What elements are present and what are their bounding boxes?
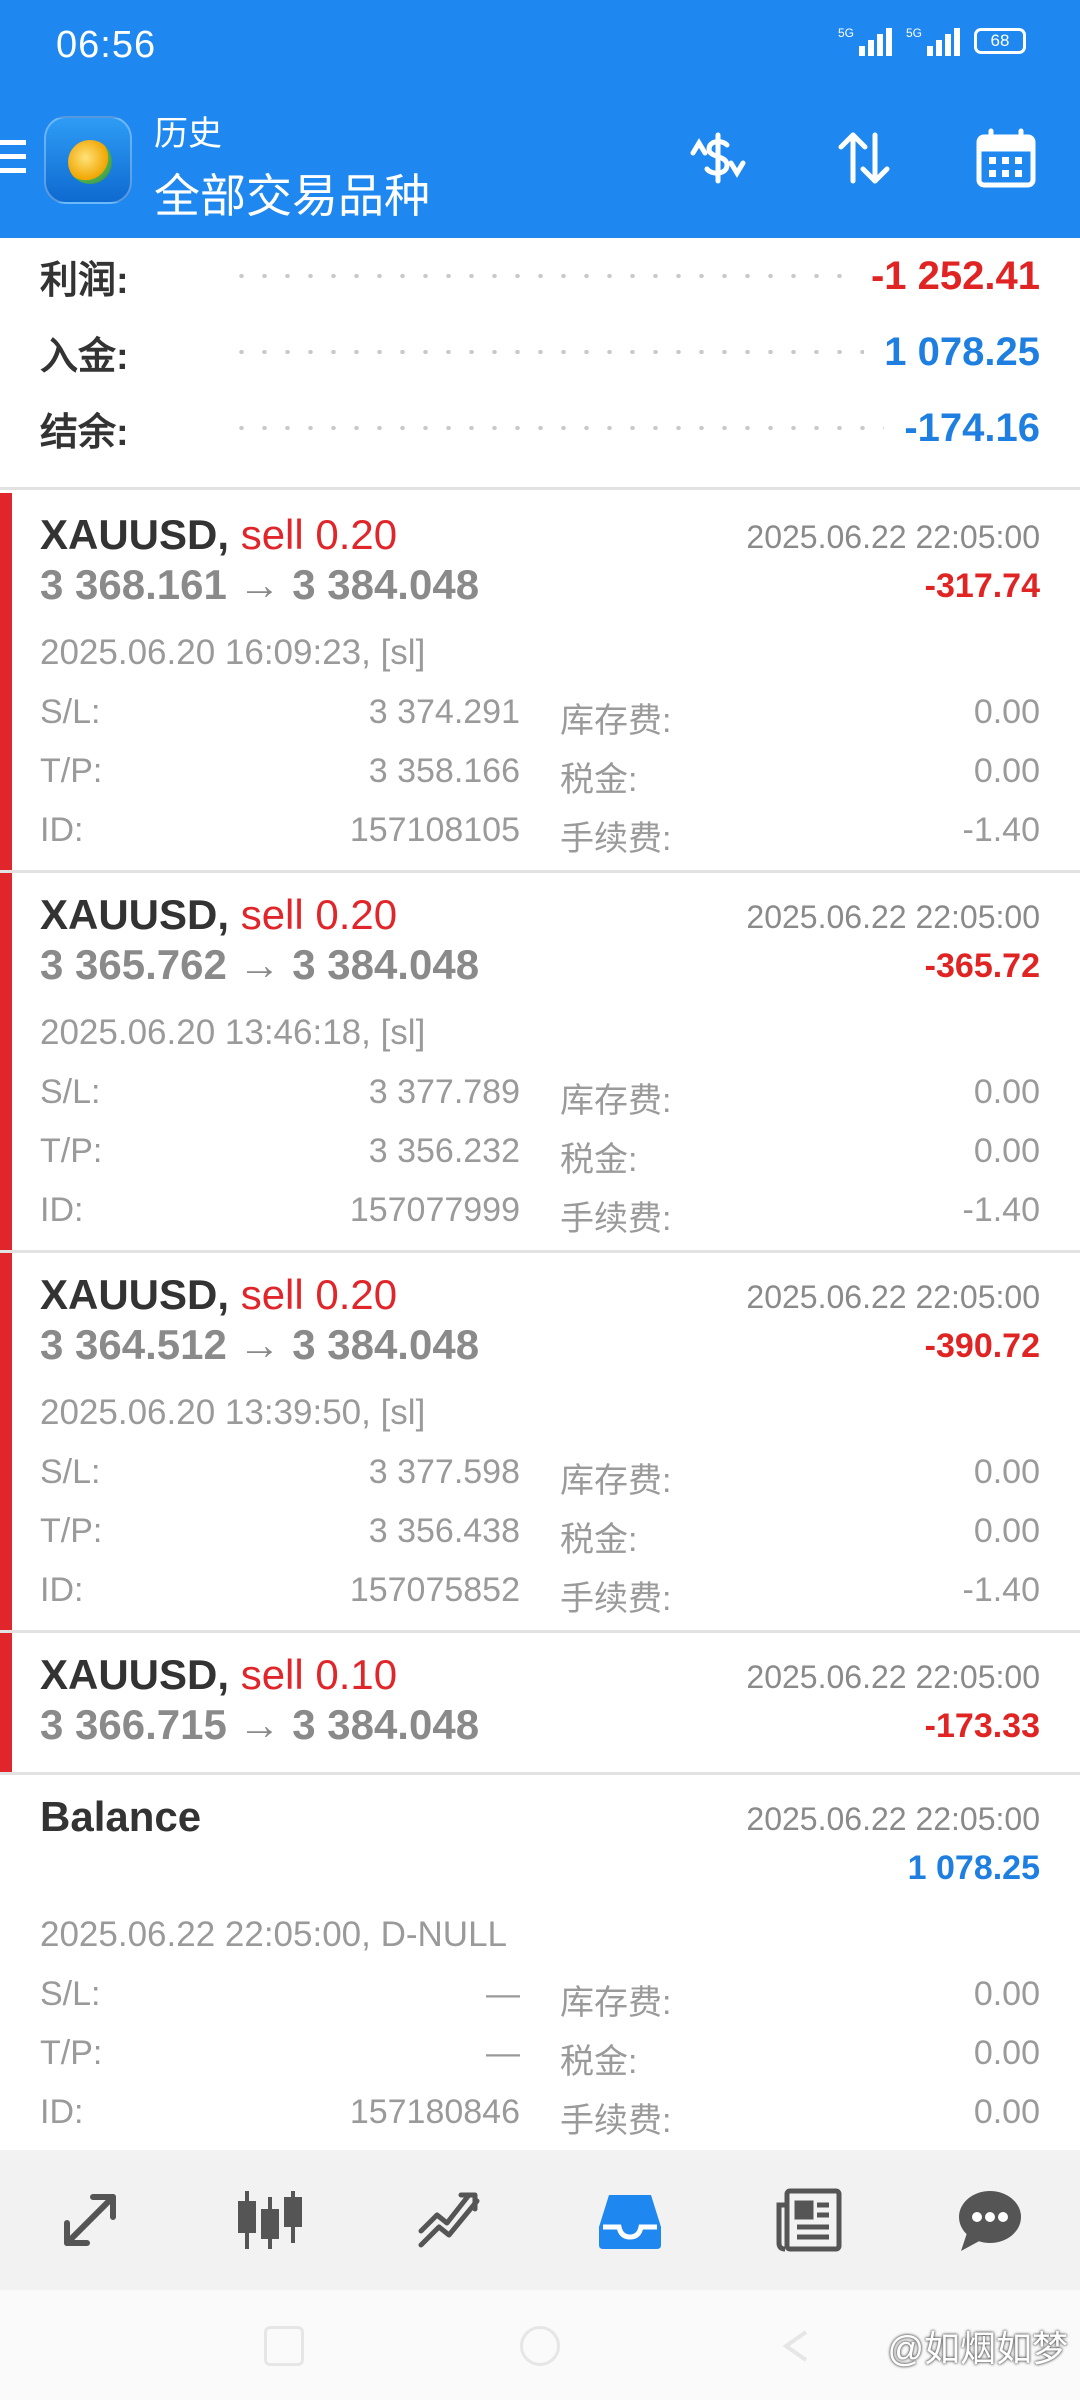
deal-profit: -390.72 [924, 1327, 1040, 1365]
deal-close-time: 2025.06.22 22:05:00 [746, 899, 1040, 935]
deal-profit: -173.33 [924, 1707, 1040, 1745]
balance-amount: 1 078.25 [907, 1849, 1040, 1887]
chat-icon[interactable] [940, 2170, 1040, 2270]
sl-row: S/L: 3 377.598 库存费: 0.00 [40, 1453, 1040, 1500]
deposit-value: 1 078.25 [884, 329, 1040, 374]
signal-icon: 5G [906, 26, 960, 56]
deal-close-time: 2025.06.22 22:05:00 [746, 1279, 1040, 1315]
loss-indicator [0, 873, 12, 1250]
status-time: 06:56 [56, 24, 157, 66]
sl-row: S/L: — 库存费: 0.00 [40, 1975, 1040, 2022]
deposit-label: 入金: [40, 335, 129, 378]
balance-value: -174.16 [904, 405, 1040, 450]
page-subtitle: 历史 [154, 115, 222, 153]
signal-icon: 5G [838, 26, 892, 56]
deal-close-time: 2025.06.22 22:05:00 [746, 1659, 1040, 1695]
trade-icon[interactable] [400, 2170, 500, 2270]
balance-info: 2025.06.22 22:05:00, D-NULL [40, 1915, 507, 1954]
home-button[interactable] [520, 2326, 560, 2366]
history-icon[interactable] [580, 2170, 680, 2270]
profit-label: 利润: [40, 259, 129, 302]
deal-prices: 3 366.715 → 3 384.048 [40, 1701, 480, 1748]
tp-row: T/P: — 税金: 0.00 [40, 2034, 1040, 2081]
deposit-row: 入金: 1 078.25 [40, 322, 1040, 382]
calendar-icon[interactable] [968, 120, 1044, 196]
dot-leader [230, 426, 885, 430]
sort-icon[interactable] [826, 120, 902, 196]
balance-time: 2025.06.22 22:05:00 [746, 1801, 1040, 1837]
balance-entry[interactable]: Balance 2025.06.22 22:05:00 1 078.25 202… [0, 1775, 1080, 2150]
balance-row: 结余: -174.16 [40, 398, 1040, 458]
dot-leader [230, 274, 851, 278]
deal-prices: 3 368.161 → 3 384.048 [40, 561, 480, 608]
profit-value: -1 252.41 [870, 253, 1040, 298]
tp-row: T/P: 3 356.232 税金: 0.00 [40, 1132, 1040, 1179]
app-logo [44, 116, 132, 204]
id-row: ID: 157108105 手续费: -1.40 [40, 811, 1040, 858]
deal-prices: 3 365.762 → 3 384.048 [40, 941, 480, 988]
balance-title: Balance [40, 1793, 202, 1840]
id-row: ID: 157075852 手续费: -1.40 [40, 1571, 1040, 1618]
bottom-nav [0, 2150, 1080, 2290]
chart-icon[interactable] [220, 2170, 320, 2270]
profit-row: 利润: -1 252.41 [40, 246, 1040, 306]
deal-prices: 3 364.512 → 3 384.048 [40, 1321, 480, 1368]
tp-row: T/P: 3 356.438 税金: 0.00 [40, 1512, 1040, 1559]
deal-item[interactable]: XAUUSD, sell 0.10 3 366.715 → 3 384.048 … [0, 1633, 1080, 1775]
deal-item[interactable]: XAUUSD, sell 0.20 3 368.161 → 3 384.048 … [0, 493, 1080, 873]
back-button[interactable] [776, 2326, 816, 2366]
deal-open-info: 2025.06.20 13:46:18, [sl] [40, 1013, 426, 1052]
quotes-icon[interactable] [40, 2170, 140, 2270]
loss-indicator [0, 1253, 12, 1630]
deal-symbol: XAUUSD, sell 0.20 [40, 891, 398, 938]
currency-exchange-icon[interactable] [680, 120, 756, 196]
dot-leader [230, 350, 865, 354]
deal-profit: -365.72 [924, 947, 1040, 985]
tp-row: T/P: 3 358.166 税金: 0.00 [40, 752, 1040, 799]
sl-row: S/L: 3 377.789 库存费: 0.00 [40, 1073, 1040, 1120]
deal-open-info: 2025.06.20 16:09:23, [sl] [40, 633, 426, 672]
deal-symbol: XAUUSD, sell 0.10 [40, 1651, 398, 1698]
app-bar: 06:56 5G 5G 68 历史 全部交易品种 [0, 0, 1080, 238]
loss-indicator [0, 1633, 12, 1772]
deal-open-info: 2025.06.20 13:39:50, [sl] [40, 1393, 426, 1432]
summary-panel: 利润: -1 252.41 入金: 1 078.25 结余: -174.16 [0, 238, 1080, 490]
sl-row: S/L: 3 374.291 库存费: 0.00 [40, 693, 1040, 740]
deal-item[interactable]: XAUUSD, sell 0.20 3 364.512 → 3 384.048 … [0, 1253, 1080, 1633]
id-row: ID: 157077999 手续费: -1.40 [40, 1191, 1040, 1238]
watermark: @如烟如梦 [887, 2328, 1068, 2369]
loss-indicator [0, 493, 12, 870]
deal-symbol: XAUUSD, sell 0.20 [40, 1271, 398, 1318]
deal-close-time: 2025.06.22 22:05:00 [746, 519, 1040, 555]
balance-label: 结余: [40, 411, 129, 454]
menu-icon[interactable] [0, 140, 26, 180]
page-title[interactable]: 全部交易品种 [154, 160, 430, 226]
id-row: ID: 157180846 手续费: 0.00 [40, 2093, 1040, 2140]
deal-profit: -317.74 [924, 567, 1040, 605]
news-icon[interactable] [760, 2170, 860, 2270]
recent-apps-button[interactable] [264, 2326, 304, 2366]
battery-icon: 68 [974, 28, 1026, 54]
status-icons: 5G 5G 68 [838, 26, 1026, 56]
system-nav: @如烟如梦 [0, 2290, 1080, 2400]
deal-item[interactable]: XAUUSD, sell 0.20 3 365.762 → 3 384.048 … [0, 873, 1080, 1253]
deal-symbol: XAUUSD, sell 0.20 [40, 511, 398, 558]
